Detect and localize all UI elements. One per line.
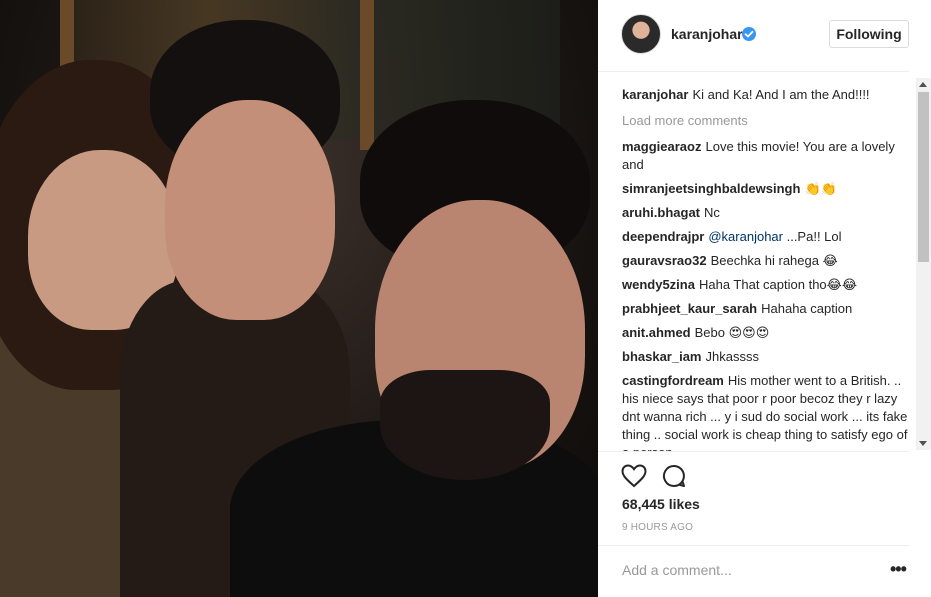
comment-username[interactable]: wendy5zina <box>622 277 695 292</box>
post-actions: 68,445 likes 9 HOURS AGO <box>598 451 909 545</box>
comment-username[interactable]: aruhi.bhagat <box>622 205 700 220</box>
comment-text: Beechka hi rahega 😂 <box>710 253 838 268</box>
comment-text: Nc <box>704 205 720 220</box>
scrollbar-thumb[interactable] <box>918 92 929 262</box>
caption-text: Ki and Ka! And I am the And!!!! <box>692 87 870 102</box>
scroll-up-icon[interactable] <box>919 82 927 87</box>
comment-text: Bebo 😍😍😍 <box>694 325 770 340</box>
comment-item: gauravsrao32 Beechka hi rahega 😂 <box>622 252 912 270</box>
person-right-beard <box>380 370 550 480</box>
author-username[interactable]: karanjohar <box>671 26 743 42</box>
comments-scrollbar[interactable] <box>916 78 931 450</box>
add-comment-input[interactable] <box>622 558 862 582</box>
window-frame <box>360 0 374 150</box>
caption-username[interactable]: karanjohar <box>622 87 688 102</box>
comment-username[interactable]: gauravsrao32 <box>622 253 707 268</box>
comments-list: karanjohar Ki and Ka! And I am the And!!!… <box>622 78 912 451</box>
verified-badge-icon <box>742 27 756 41</box>
comment-username[interactable]: maggiearaoz <box>622 139 701 154</box>
post-header: karanjohar Following <box>598 0 909 72</box>
post-timestamp[interactable]: 9 HOURS AGO <box>622 522 693 533</box>
comment-text: 👏👏 <box>804 181 837 196</box>
comment-username[interactable]: simranjeetsinghbaldewsingh <box>622 181 800 196</box>
post-photo[interactable] <box>0 0 598 597</box>
comment-username[interactable]: prabhjeet_kaur_sarah <box>622 301 757 316</box>
comment-item: castingfordream His mother went to a Brit… <box>622 372 912 451</box>
likes-count[interactable]: 68,445 likes <box>622 496 700 512</box>
comment-item: aruhi.bhagat Nc <box>622 204 912 222</box>
comment-username[interactable]: castingfordream <box>622 373 724 388</box>
add-comment-bar: ••• <box>598 545 909 597</box>
comment-text: ...Pa!! Lol <box>782 229 842 244</box>
comment-mention[interactable]: @karanjohar <box>708 229 783 244</box>
comment-item: bhaskar_iam Jhkassss <box>622 348 912 366</box>
avatar[interactable] <box>621 14 661 54</box>
person-center-face <box>165 100 335 320</box>
comment-text: Hahaha caption <box>761 301 853 316</box>
scroll-down-icon[interactable] <box>919 441 927 446</box>
comment-text: Jhkassss <box>705 349 759 364</box>
speech-bubble-icon[interactable] <box>660 462 688 490</box>
comment-username[interactable]: bhaskar_iam <box>622 349 702 364</box>
comment-username[interactable]: anit.ahmed <box>622 325 691 340</box>
following-button[interactable]: Following <box>829 20 909 48</box>
post-sidebar: karanjohar Following karanjohar Ki and Ka… <box>598 0 931 597</box>
ellipsis-icon[interactable]: ••• <box>890 560 907 578</box>
comment-item: maggiearaoz Love this movie! You are a lo… <box>622 138 912 174</box>
heart-outline-icon[interactable] <box>620 462 648 490</box>
comment-item: deependrajpr @karanjohar ...Pa!! Lol <box>622 228 912 246</box>
comment-item: anit.ahmed Bebo 😍😍😍 <box>622 324 912 342</box>
comment-username[interactable]: deependrajpr <box>622 229 704 244</box>
caption: karanjohar Ki and Ka! And I am the And!!!… <box>622 86 912 104</box>
comment-item: simranjeetsinghbaldewsingh 👏👏 <box>622 180 912 198</box>
load-more-comments-link[interactable]: Load more comments <box>622 112 912 130</box>
comment-item: wendy5zina Haha That caption tho😂😂 <box>622 276 912 294</box>
comment-item: prabhjeet_kaur_sarah Hahaha caption <box>622 300 912 318</box>
comment-text: Haha That caption tho😂😂 <box>698 277 858 292</box>
